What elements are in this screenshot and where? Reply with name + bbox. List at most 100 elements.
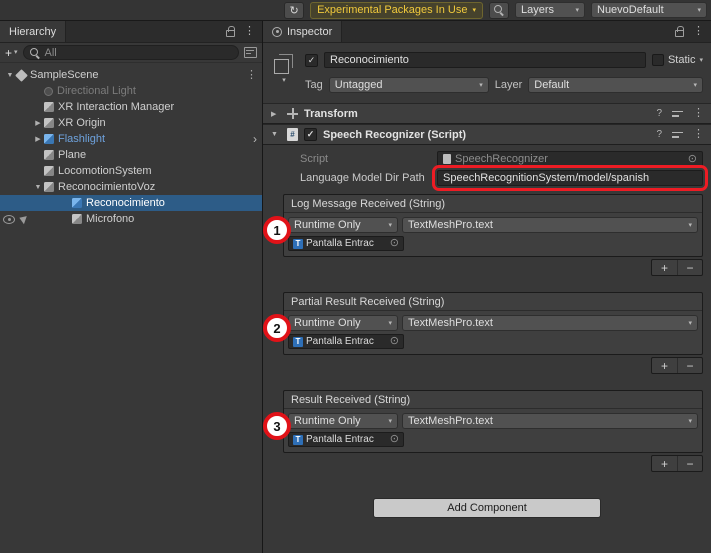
kebab-icon[interactable]: ⋮ <box>246 70 257 81</box>
event-mode-dropdown[interactable]: Runtime Only ▾ <box>288 217 398 233</box>
event-target-field[interactable]: T Pantalla Entrac ⊙ <box>288 432 404 447</box>
layer-dropdown[interactable]: Default ▾ <box>528 77 703 93</box>
foldout-arrow[interactable]: ▶ <box>32 135 44 143</box>
object-picker-icon[interactable]: ⊙ <box>688 154 697 165</box>
hierarchy-item-xr-origin[interactable]: ▶ XR Origin <box>0 115 262 131</box>
chevron-down-icon: ▾ <box>699 57 703 64</box>
static-checkbox[interactable] <box>652 54 664 66</box>
tab-inspector[interactable]: Inspector <box>263 21 342 42</box>
event-add-button[interactable]: + <box>652 260 677 275</box>
visibility-eye-icon[interactable] <box>3 215 15 224</box>
hierarchy-item-locomotionsystem[interactable]: LocomotionSystem <box>0 163 262 179</box>
hierarchy-item-directional-light[interactable]: Directional Light <box>0 83 262 99</box>
chevron-down-icon: ▾ <box>388 418 392 425</box>
kebab-icon[interactable]: ⋮ <box>693 26 704 37</box>
textmeshpro-icon: T <box>293 239 303 249</box>
speech-recognizer-component-header[interactable]: ▼ # ✓ Speech Recognizer (Script) ? ⋮ <box>263 124 711 145</box>
layout-dropdown[interactable]: NuevoDefault ▾ <box>591 2 707 18</box>
language-model-dir-path-field[interactable]: SpeechRecognitionSystem/model/spanish <box>437 170 703 186</box>
prefab-open-arrow-icon[interactable]: › <box>253 132 257 146</box>
chevron-down-icon[interactable]: ▾ <box>282 77 286 84</box>
lock-icon[interactable] <box>675 30 684 37</box>
search-input[interactable]: All <box>23 45 239 60</box>
hierarchy-item-xr-interaction-manager[interactable]: XR Interaction Manager <box>0 99 262 115</box>
preset-icon[interactable] <box>672 130 683 140</box>
hierarchy-item-flashlight[interactable]: ▶ Flashlight › <box>0 131 262 147</box>
event-add-button[interactable]: + <box>652 358 677 373</box>
event-target-field[interactable]: T Pantalla Entrac ⊙ <box>288 334 404 349</box>
transform-component-header[interactable]: ▶ Transform ? ⋮ <box>263 103 711 124</box>
static-toggle[interactable]: Static ▾ <box>652 54 703 66</box>
plus-icon: + <box>5 46 12 60</box>
hierarchy-toolbar: + ▾ All <box>0 43 262 63</box>
annotation-badge-3: 3 <box>263 412 291 440</box>
foldout-arrow[interactable]: ▼ <box>32 184 44 191</box>
chevron-down-icon: ▾ <box>575 7 579 14</box>
chevron-down-icon: ▾ <box>688 222 692 229</box>
search-icon <box>30 48 40 58</box>
event-title: Log Message Received (String) <box>284 195 702 213</box>
gameobject-icon <box>44 102 54 112</box>
hierarchy-item-samplescene[interactable]: ▼ SampleScene ⋮ <box>0 67 262 83</box>
gameobject-icon <box>44 150 54 160</box>
event-function-dropdown[interactable]: TextMeshPro.text ▾ <box>402 413 698 429</box>
gameobject-header: ▾ ✓ Reconocimiento Static ▾ <box>263 43 711 103</box>
foldout-arrow[interactable]: ▶ <box>32 119 44 127</box>
event-function-dropdown[interactable]: TextMeshPro.text ▾ <box>402 217 698 233</box>
experimental-packages-button[interactable]: Experimental Packages In Use ▾ <box>310 2 483 19</box>
unity-event-log-message: 1 Log Message Received (String) Runtime … <box>283 194 703 276</box>
kebab-icon[interactable]: ⋮ <box>693 108 704 119</box>
chevron-down-icon: ▾ <box>14 49 18 56</box>
unity-event-result: 3 Result Received (String) Runtime Only … <box>283 390 703 472</box>
object-picker-icon[interactable]: ⊙ <box>390 336 399 347</box>
hierarchy-item-reconocimiento[interactable]: Reconocimiento <box>0 195 262 211</box>
undo-icon: ↻ <box>289 4 298 17</box>
csharp-script-icon: # <box>287 128 298 141</box>
kebab-icon[interactable]: ⋮ <box>693 129 704 140</box>
hierarchy-item-reconocimientovoz[interactable]: ▼ ReconocimientoVoz <box>0 179 262 195</box>
foldout-arrow[interactable]: ▶ <box>271 110 281 118</box>
event-remove-button[interactable]: − <box>677 456 702 471</box>
event-target-field[interactable]: T Pantalla Entrac ⊙ <box>288 236 404 251</box>
chevron-down-icon: ▾ <box>388 222 392 229</box>
hierarchy-item-plane[interactable]: Plane <box>0 147 262 163</box>
help-icon[interactable]: ? <box>656 108 662 119</box>
main-toolbar: ↻ Experimental Packages In Use ▾ Layers … <box>0 0 711 21</box>
lock-icon[interactable] <box>226 30 235 37</box>
search-button[interactable] <box>489 2 509 19</box>
event-remove-button[interactable]: − <box>677 260 702 275</box>
hierarchy-item-microfono[interactable]: Microfono <box>0 211 262 227</box>
unity-event-partial-result: 2 Partial Result Received (String) Runti… <box>283 292 703 374</box>
script-reference-field[interactable]: SpeechRecognizer ⊙ <box>437 151 703 167</box>
create-object-button[interactable]: + ▾ <box>5 46 18 60</box>
event-mode-dropdown[interactable]: Runtime Only ▾ <box>288 315 398 331</box>
search-filter-icon[interactable] <box>244 47 257 58</box>
tab-hierarchy[interactable]: Hierarchy <box>0 21 66 42</box>
foldout-arrow[interactable]: ▼ <box>271 131 281 138</box>
tag-dropdown[interactable]: Untagged ▾ <box>329 77 489 93</box>
help-icon[interactable]: ? <box>656 129 662 140</box>
chevron-down-icon: ▾ <box>472 7 476 14</box>
event-mode-dropdown[interactable]: Runtime Only ▾ <box>288 413 398 429</box>
active-checkbox[interactable]: ✓ <box>305 54 318 67</box>
event-function-dropdown[interactable]: TextMeshPro.text ▾ <box>402 315 698 331</box>
event-list-controls: + − <box>651 259 703 276</box>
component-enabled-checkbox[interactable]: ✓ <box>304 128 317 141</box>
speech-recognizer-body: Script SpeechRecognizer ⊙ Language Model… <box>263 145 711 518</box>
layer-label: Layer <box>495 79 523 91</box>
add-component-button[interactable]: Add Component <box>373 498 601 518</box>
preset-icon[interactable] <box>672 109 683 119</box>
layers-dropdown[interactable]: Layers ▾ <box>515 2 585 18</box>
prefab-icon <box>44 134 54 144</box>
undo-history-button[interactable]: ↻ <box>284 2 304 19</box>
object-picker-icon[interactable]: ⊙ <box>390 238 399 249</box>
event-remove-button[interactable]: − <box>677 358 702 373</box>
event-add-button[interactable]: + <box>652 456 677 471</box>
hierarchy-tree: ▼ SampleScene ⋮ Directional Light XR Int… <box>0 63 262 553</box>
textmeshpro-icon: T <box>293 337 303 347</box>
kebab-icon[interactable]: ⋮ <box>244 26 255 37</box>
pickability-cursor-icon[interactable] <box>19 214 29 225</box>
object-picker-icon[interactable]: ⊙ <box>390 434 399 445</box>
chevron-down-icon: ▾ <box>688 418 692 425</box>
gameobject-name-field[interactable]: Reconocimiento <box>324 52 646 68</box>
